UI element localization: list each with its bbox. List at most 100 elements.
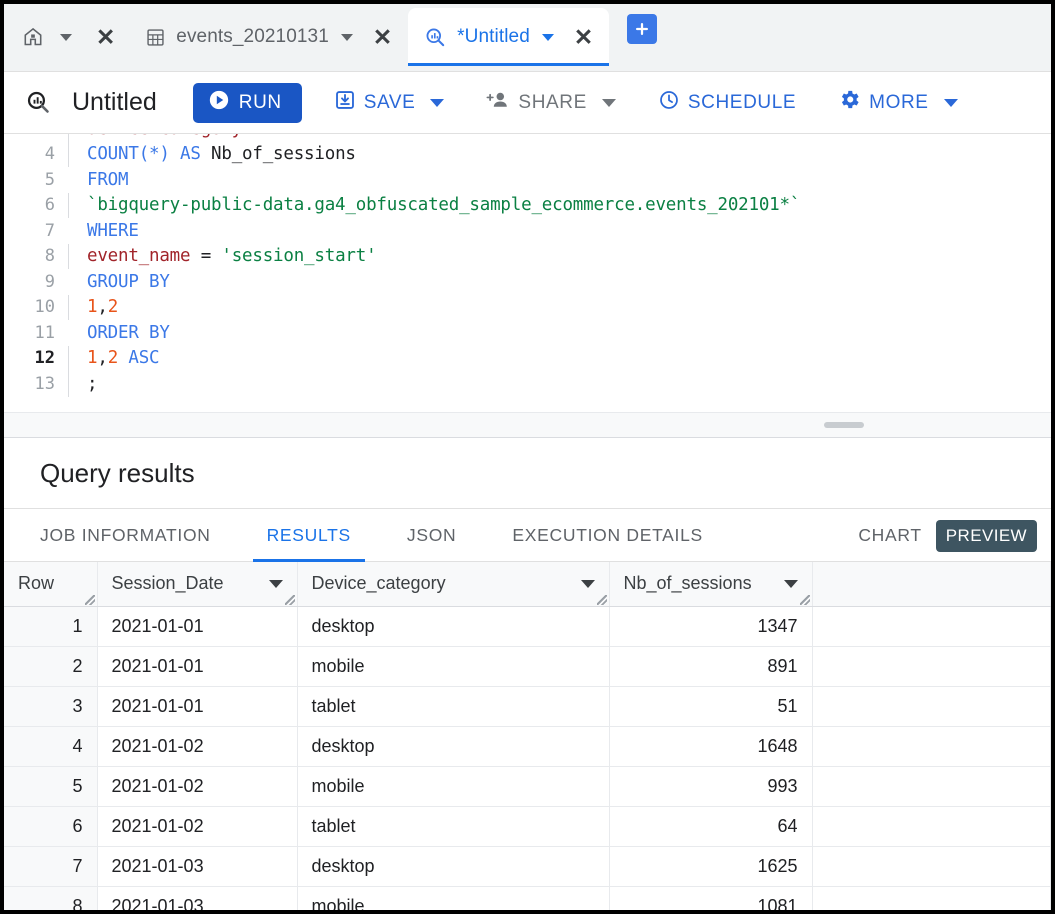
home-tab-caret-icon[interactable] xyxy=(60,33,72,41)
cell-device-category: desktop xyxy=(297,726,610,767)
cell-device-category: mobile xyxy=(297,886,610,910)
new-tab-button[interactable] xyxy=(627,14,658,44)
table-row[interactable]: 1 2021-01-01 desktop 1347 xyxy=(4,606,1051,647)
column-header-filler xyxy=(812,562,1051,607)
tab-untitled-query[interactable]: *Untitled ✕ xyxy=(408,8,610,66)
cell-nb-of-sessions: 1081 xyxy=(609,886,813,910)
code-line[interactable]: 10 1,2 xyxy=(4,294,1051,320)
save-button[interactable]: SAVE xyxy=(324,83,455,123)
clock-icon xyxy=(658,89,680,117)
query-icon xyxy=(18,89,58,116)
code-token: Nb_of_sessions xyxy=(200,144,356,165)
code-lines[interactable]: 3 device.category 4 COUNT(*) AS Nb_of_sessi… xyxy=(4,134,1051,397)
column-header-device-category[interactable]: Device_category xyxy=(297,562,610,607)
schedule-button[interactable]: SCHEDULE xyxy=(648,83,806,123)
share-caret-icon[interactable] xyxy=(601,98,616,107)
splitter-grip-handle[interactable] xyxy=(824,422,864,428)
table-row[interactable]: 2 2021-01-01 mobile 891 xyxy=(4,646,1051,687)
code-line[interactable]: 11 ORDER BY xyxy=(4,320,1051,346)
cell-filler xyxy=(812,846,1051,887)
code-line[interactable]: 13; xyxy=(4,371,1051,397)
code-token: 'session_start' xyxy=(221,246,377,267)
column-resize-handle-icon[interactable] xyxy=(84,594,95,605)
table-row[interactable]: 7 2021-01-03 desktop 1625 xyxy=(4,846,1051,887)
cell-row-number: 5 xyxy=(4,766,98,807)
code-token: 1 xyxy=(87,348,98,369)
gear-icon xyxy=(838,88,861,117)
code-line[interactable]: 7 WHERE xyxy=(4,218,1051,244)
cell-filler xyxy=(812,606,1051,647)
indent-guide xyxy=(68,371,87,397)
code-token: `bigquery-public-data.ga4_obfuscated_sam… xyxy=(87,195,801,216)
cell-session-date: 2021-01-01 xyxy=(97,646,298,687)
line-number: 8 xyxy=(44,246,55,267)
tab-close-icon[interactable]: ✕ xyxy=(369,24,396,51)
code-token: AS xyxy=(180,144,201,165)
run-button[interactable]: RUN xyxy=(192,82,302,123)
more-caret-icon[interactable] xyxy=(943,98,958,107)
column-header-nb-of-sessions[interactable]: Nb_of_sessions xyxy=(609,562,813,607)
cell-nb-of-sessions: 1347 xyxy=(609,606,813,647)
cell-device-category: tablet xyxy=(297,686,610,727)
tab-json[interactable]: JSON xyxy=(407,509,456,562)
cell-nb-of-sessions: 1648 xyxy=(609,726,813,767)
share-button[interactable]: SHARE xyxy=(476,83,625,123)
chevron-down-icon[interactable] xyxy=(783,579,798,588)
code-line[interactable]: 8 event_name = 'session_start' xyxy=(4,243,1051,269)
line-number: 4 xyxy=(44,144,55,165)
code-token: 2 xyxy=(107,297,119,318)
schedule-button-label: SCHEDULE xyxy=(687,91,797,113)
cell-nb-of-sessions: 1625 xyxy=(609,846,813,887)
cell-device-category: mobile xyxy=(297,766,610,807)
tab-caret-icon[interactable] xyxy=(541,33,554,41)
tab-job-information[interactable]: JOB INFORMATION xyxy=(40,509,211,562)
save-icon xyxy=(334,89,356,117)
tab-chart[interactable]: CHART xyxy=(858,509,921,562)
save-caret-icon[interactable] xyxy=(430,98,445,107)
cell-session-date: 2021-01-02 xyxy=(97,766,298,807)
table-row[interactable]: 5 2021-01-02 mobile 993 xyxy=(4,766,1051,807)
table-row[interactable]: 4 2021-01-02 desktop 1648 xyxy=(4,726,1051,767)
code-line[interactable]: 5 FROM xyxy=(4,167,1051,193)
code-line[interactable]: 6 `bigquery-public-data.ga4_obfuscated_sa… xyxy=(4,192,1051,218)
home-tab-close-icon[interactable]: ✕ xyxy=(92,24,119,51)
indent-guide xyxy=(68,141,87,167)
code-text: 1,2 xyxy=(87,297,118,317)
cell-row-number: 8 xyxy=(4,886,98,910)
more-button-label: MORE xyxy=(869,91,929,113)
chevron-down-icon[interactable] xyxy=(268,579,283,588)
tab-events-20210131[interactable]: events_20210131 ✕ xyxy=(129,8,408,66)
code-text: COUNT(*) AS Nb_of_sessions xyxy=(87,144,356,164)
tab-execution-details[interactable]: EXECUTION DETAILS xyxy=(512,509,703,562)
results-tabs-right: CHART PREVIEW xyxy=(858,509,1037,562)
indent-guide xyxy=(68,345,87,371)
sql-editor[interactable]: 3 device.category 4 COUNT(*) AS Nb_of_sessi… xyxy=(4,134,1051,412)
table-header-row: Row Session_Date Device_category Nb_of_s… xyxy=(4,562,1051,607)
code-line[interactable]: 9 GROUP BY xyxy=(4,269,1051,295)
panel-splitter[interactable] xyxy=(4,412,1051,438)
code-token: device.category xyxy=(87,134,242,139)
column-header-session-date[interactable]: Session_Date xyxy=(97,562,298,607)
tab-results[interactable]: RESULTS xyxy=(252,509,366,562)
chevron-down-icon[interactable] xyxy=(580,579,595,588)
table-row[interactable]: 3 2021-01-01 tablet 51 xyxy=(4,686,1051,727)
more-button[interactable]: MORE xyxy=(828,83,967,123)
column-resize-handle-icon[interactable] xyxy=(799,594,810,605)
cell-device-category: desktop xyxy=(297,846,610,887)
tab-close-icon[interactable]: ✕ xyxy=(570,24,597,51)
results-table-container[interactable]: Row Session_Date Device_category Nb_of_s… xyxy=(4,562,1051,910)
code-line[interactable]: 12 1,2 ASC xyxy=(4,345,1051,371)
column-header-label: Session_Date xyxy=(111,573,224,594)
column-header-row[interactable]: Row xyxy=(4,562,98,607)
tab-caret-icon[interactable] xyxy=(340,33,353,41)
column-resize-handle-icon[interactable] xyxy=(284,594,295,605)
cell-session-date: 2021-01-03 xyxy=(97,846,298,887)
table-row[interactable]: 6 2021-01-02 tablet 64 xyxy=(4,806,1051,847)
tab-home[interactable]: ✕ xyxy=(8,8,129,66)
code-line[interactable]: 3 device.category xyxy=(4,134,1051,142)
table-row[interactable]: 8 2021-01-03 mobile 1081 xyxy=(4,886,1051,910)
code-line[interactable]: 4 COUNT(*) AS Nb_of_sessions xyxy=(4,141,1051,167)
code-token: WHERE xyxy=(87,220,139,241)
code-token: , xyxy=(97,348,108,369)
column-resize-handle-icon[interactable] xyxy=(596,594,607,605)
